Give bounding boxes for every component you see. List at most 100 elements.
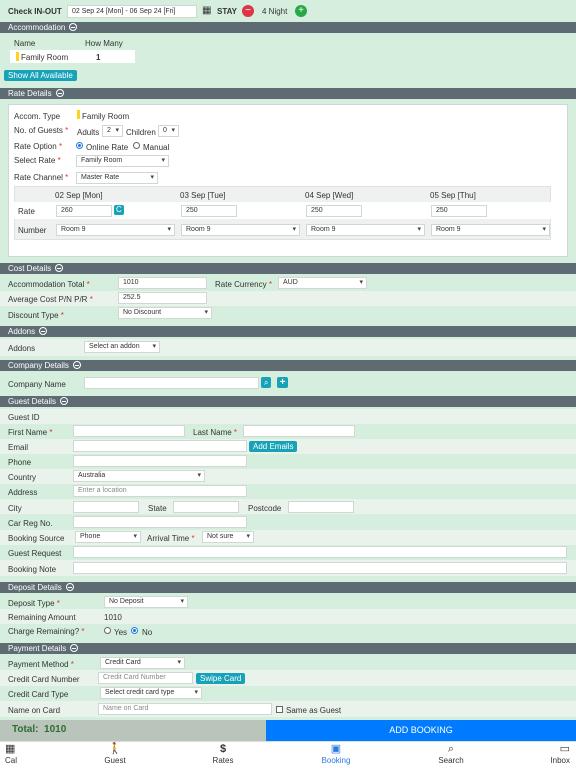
number-row-label: Number — [18, 226, 47, 235]
room-color-marker — [16, 52, 19, 61]
discount-type-select[interactable]: No Discount — [118, 307, 212, 319]
collapse-icon[interactable] — [55, 264, 64, 272]
address-label: Address — [8, 488, 38, 497]
room-number-select[interactable]: Room 9 — [431, 224, 550, 236]
city-input[interactable] — [73, 501, 139, 513]
guest-details-section-header[interactable]: Guest Details — [0, 396, 576, 407]
cc-type-select[interactable]: Select credit card type — [100, 687, 202, 699]
section-title: Cost Details — [8, 264, 52, 273]
minus-night-icon[interactable]: − — [242, 5, 254, 17]
company-details-section-header[interactable]: Company Details — [0, 360, 576, 371]
first-name-input[interactable] — [73, 425, 185, 437]
postcode-label: Postcode — [248, 504, 282, 513]
collapse-icon[interactable] — [70, 644, 79, 652]
adults-select[interactable]: 2 — [102, 125, 123, 137]
payment-method-select[interactable]: Credit Card — [100, 657, 185, 669]
add-company-icon[interactable]: + — [277, 377, 288, 388]
children-select[interactable]: 0 — [158, 125, 179, 137]
charge-yes-label: Yes — [114, 628, 128, 637]
online-rate-radio[interactable] — [76, 142, 83, 149]
adults-label: Adults — [77, 128, 100, 137]
company-name-label: Company Name — [8, 380, 66, 389]
nav-inbox[interactable]: ▭ Inbox — [530, 742, 576, 765]
rate-input[interactable]: 250 — [431, 205, 487, 217]
avg-cost-input[interactable]: 252.5 — [118, 292, 207, 304]
nav-cal[interactable]: ▦ Cal — [0, 742, 22, 765]
day-header: 05 Sep [Thu] — [430, 191, 476, 200]
swipe-card-button[interactable]: Swipe Card — [196, 673, 246, 684]
collapse-icon[interactable] — [60, 397, 69, 405]
collapse-icon[interactable] — [69, 23, 78, 31]
accom-total-input[interactable]: 1010 — [118, 277, 207, 289]
same-as-guest-checkbox[interactable] — [276, 706, 283, 713]
manual-radio[interactable] — [133, 142, 140, 149]
address-input[interactable]: Enter a location — [73, 485, 247, 497]
nav-search[interactable]: ⌕ Search — [403, 742, 499, 765]
postcode-input[interactable] — [288, 501, 354, 513]
payment-details-section-header[interactable]: Payment Details — [0, 643, 576, 654]
rate-channel-select[interactable]: Master Rate — [76, 172, 158, 184]
cc-type-label: Credit Card Type — [8, 690, 69, 699]
addons-section-header[interactable]: Addons — [0, 326, 576, 337]
section-title: Payment Details — [8, 644, 67, 653]
phone-input[interactable] — [73, 455, 247, 467]
rate-input[interactable]: 250 — [181, 205, 237, 217]
cost-details-section-header[interactable]: Cost Details — [0, 263, 576, 274]
collapse-icon[interactable] — [39, 327, 48, 335]
add-emails-button[interactable]: Add Emails — [249, 441, 298, 452]
collapse-icon[interactable] — [55, 89, 64, 97]
row-stripe — [0, 409, 576, 424]
rate-channel-label: Rate Channel * — [14, 173, 69, 182]
nav-guest[interactable]: 🚶 Guest — [67, 742, 163, 765]
name-on-card-input[interactable]: Name on Card — [98, 703, 272, 715]
add-booking-label: ADD BOOKING — [389, 725, 453, 735]
cc-number-input[interactable]: Credit Card Number — [98, 672, 193, 684]
company-search-icon[interactable]: ⌕ — [261, 377, 272, 388]
rate-input[interactable]: 250 — [306, 205, 362, 217]
rate-currency-select[interactable]: AUD — [278, 277, 367, 289]
booking-note-input[interactable] — [73, 562, 567, 574]
add-booking-button[interactable]: ADD BOOKING — [266, 720, 576, 741]
charge-yes-radio[interactable] — [104, 627, 111, 634]
date-range-input[interactable]: 02 Sep 24 [Mon] - 06 Sep 24 [Fri] — [67, 5, 197, 18]
col-name-header: Name — [14, 39, 36, 48]
last-name-label: Last Name * — [193, 428, 238, 437]
deposit-type-select[interactable]: No Deposit — [104, 596, 188, 608]
calendar-icon[interactable]: ▦ — [202, 5, 211, 16]
booking-source-label: Booking Source — [8, 534, 65, 543]
rate-input[interactable]: 260 — [56, 205, 112, 217]
room-number-select[interactable]: Room 9 — [306, 224, 425, 236]
nav-booking[interactable]: ▣ Booking — [288, 742, 384, 765]
company-name-input[interactable] — [84, 377, 259, 389]
car-reg-input[interactable] — [73, 516, 247, 528]
rate-option-label: Rate Option * — [14, 142, 63, 151]
collapse-icon[interactable] — [65, 583, 74, 591]
copy-rate-button[interactable]: C — [114, 205, 124, 215]
plus-night-icon[interactable]: + — [295, 5, 307, 17]
email-input[interactable] — [73, 440, 247, 452]
collapse-icon[interactable] — [72, 361, 81, 369]
arrival-time-select[interactable]: Not sure — [202, 531, 254, 543]
show-all-available-button[interactable]: Show All Available — [4, 70, 77, 81]
room-number-select[interactable]: Room 9 — [56, 224, 175, 236]
guest-id-label: Guest ID — [8, 413, 40, 422]
checkin-label: Check IN-OUT — [8, 7, 62, 16]
booking-source-select[interactable]: Phone — [75, 531, 141, 543]
arrival-time-label: Arrival Time * — [147, 534, 195, 543]
first-name-label: First Name * — [8, 428, 53, 437]
deposit-details-section-header[interactable]: Deposit Details — [0, 582, 576, 593]
email-label: Email — [8, 443, 29, 452]
guest-request-input[interactable] — [73, 546, 567, 558]
rate-details-section-header[interactable]: Rate Details — [0, 88, 576, 99]
state-input[interactable] — [173, 501, 239, 513]
addon-select[interactable]: Select an addon — [84, 341, 160, 353]
accommodation-section-header[interactable]: Accommodation — [0, 22, 576, 33]
phone-label: Phone — [8, 458, 32, 467]
room-number-select[interactable]: Room 9 — [181, 224, 300, 236]
avg-cost-label: Average Cost P/N P/R * — [8, 295, 93, 304]
country-select[interactable]: Australia — [73, 470, 205, 482]
last-name-input[interactable] — [243, 425, 355, 437]
nav-rates[interactable]: $ Rates — [175, 742, 271, 765]
select-rate-select[interactable]: Family Room — [76, 155, 169, 167]
charge-no-radio[interactable] — [131, 627, 138, 634]
